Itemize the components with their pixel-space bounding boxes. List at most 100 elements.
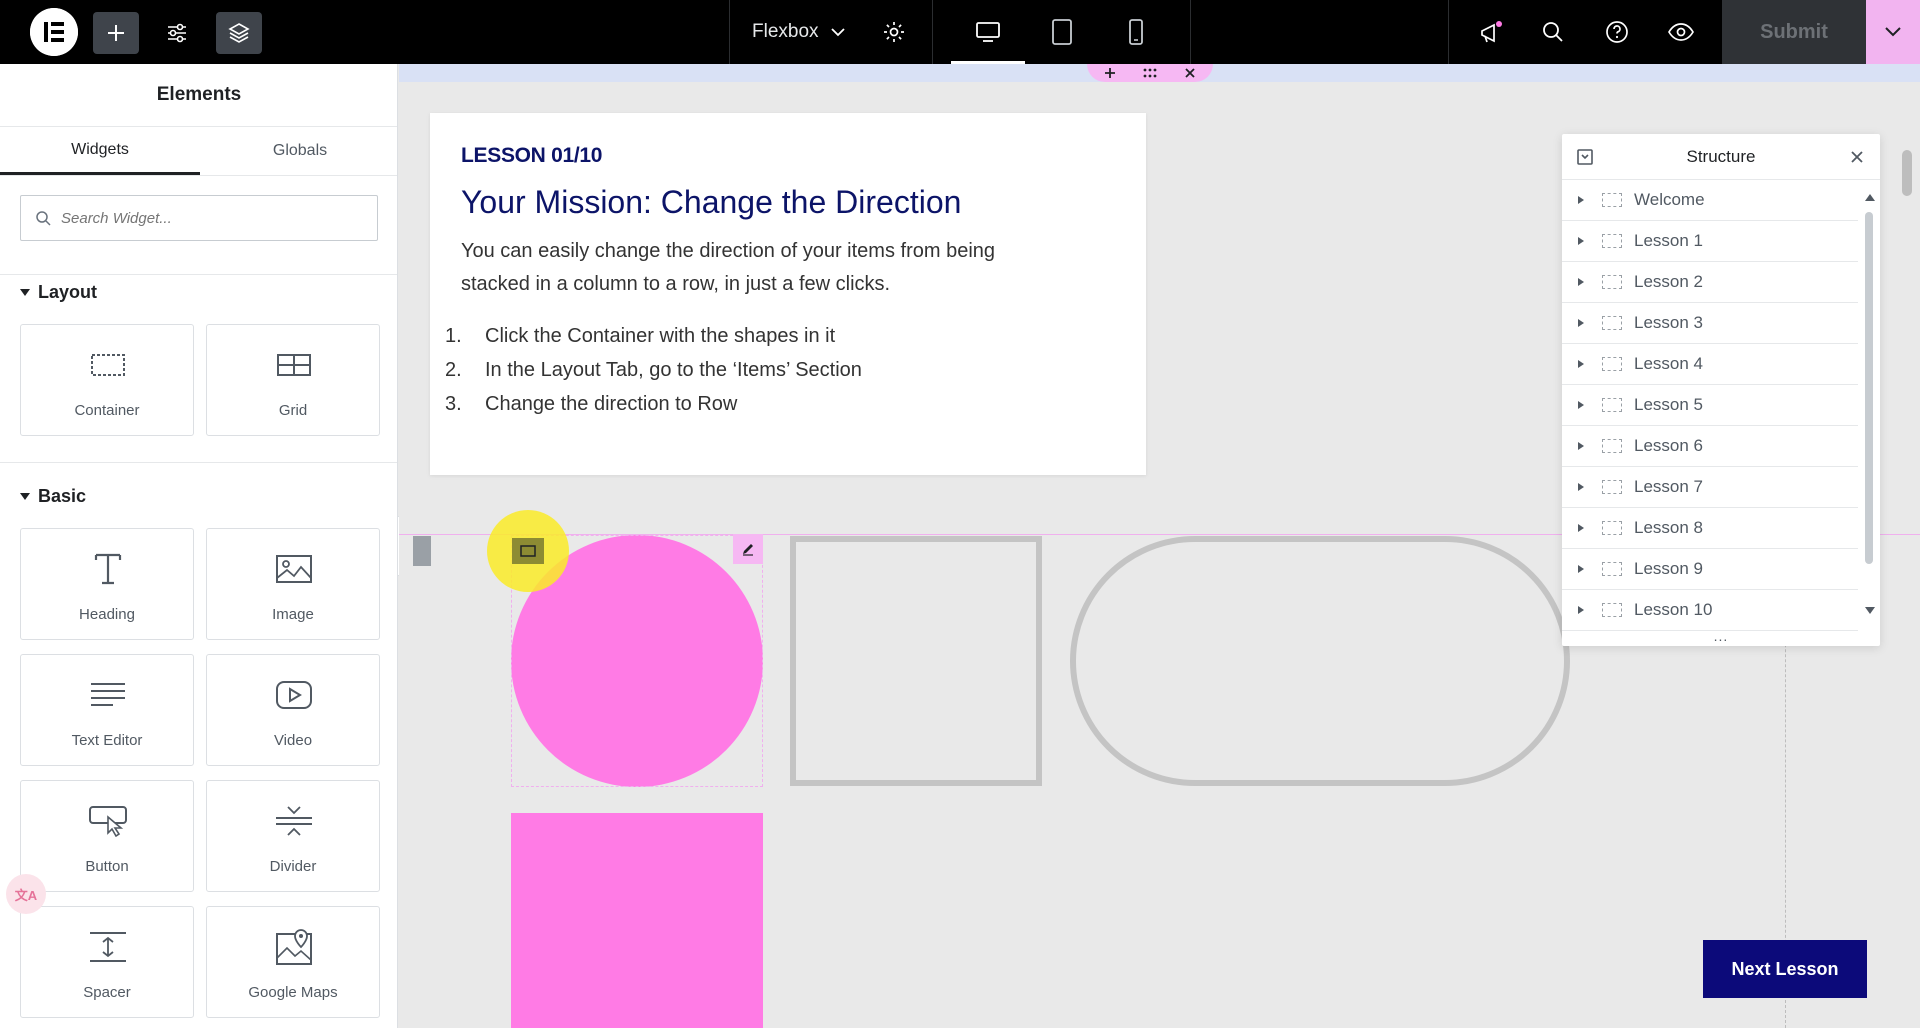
caret-right-icon[interactable] [1576,236,1586,246]
megaphone-icon [1481,21,1502,43]
caret-down-icon [20,492,30,500]
edit-element-button[interactable] [733,534,763,564]
structure-title: Structure [1686,146,1756,166]
structure-item[interactable]: Lesson 4 [1562,344,1858,385]
caret-down-icon [20,288,30,296]
structure-item[interactable]: Lesson 8 [1562,508,1858,549]
caret-right-icon[interactable] [1576,277,1586,287]
container-icon [1602,480,1622,494]
scroll-down-icon[interactable] [1864,606,1876,616]
lesson-number: LESSON 01/10 [461,144,603,167]
panel-title: Elements [156,84,242,105]
lesson-step: 3. Change the direction to Row [445,393,738,415]
widget-video[interactable]: Video [206,654,380,766]
widget-label: Video [273,732,313,749]
plus-icon[interactable] [1104,67,1116,79]
widget-search[interactable] [20,195,378,241]
lesson-steps: 1. Click the Container with the shapes in… [445,319,1115,421]
section-header-layout[interactable]: Layout [20,282,97,303]
next-lesson-button[interactable]: Next Lesson [1703,940,1867,998]
structure-item-label: Lesson 4 [1634,354,1703,373]
structure-item[interactable]: Welcome [1562,180,1858,221]
close-structure-button[interactable] [1846,146,1868,168]
caret-right-icon[interactable] [1576,564,1586,574]
mobile-view-button[interactable] [1099,0,1173,64]
structure-item[interactable]: Lesson 6 [1562,426,1858,467]
page-settings-button[interactable] [878,16,910,48]
container-edge-tag[interactable] [413,536,431,566]
widget-spacer[interactable]: Spacer [20,906,194,1018]
site-settings-button[interactable] [154,12,200,54]
structure-item[interactable]: Lesson 3 [1562,303,1858,344]
notifications-button[interactable] [1474,16,1508,50]
tab-widgets[interactable]: Widgets [0,127,200,175]
submit-button[interactable]: Submit [1722,0,1866,64]
add-element-button[interactable] [93,12,139,54]
search-widget-input[interactable] [61,209,361,227]
structure-item[interactable]: Lesson 2 [1562,262,1858,303]
desktop-view-button[interactable] [951,0,1025,64]
topbar-divider [1448,0,1449,64]
structure-item[interactable]: Lesson 10 [1562,590,1858,631]
pencil-icon [743,544,753,556]
caret-right-icon[interactable] [1576,318,1586,328]
caret-right-icon[interactable] [1576,482,1586,492]
structure-item[interactable]: Lesson 5 [1562,385,1858,426]
structure-more[interactable]: ... [1562,628,1880,644]
lesson-description: You can easily change the direction of y… [461,240,996,295]
layers-icon [228,23,250,43]
widget-text-editor[interactable]: Text Editor [20,654,194,766]
container-handle[interactable] [1087,64,1213,82]
tab-globals[interactable]: Globals [200,127,397,175]
structure-toggle-button[interactable] [216,12,262,54]
widget-heading[interactable]: Heading [20,528,194,640]
widget-grid[interactable]: Grid [206,324,380,436]
widget-divider[interactable]: Divider [206,780,380,892]
structure-item[interactable]: Lesson 9 [1562,549,1858,590]
widget-image[interactable]: Image [206,528,380,640]
pink-square-shape[interactable] [511,813,763,1028]
widget-button[interactable]: Button [20,780,194,892]
widget-google-maps[interactable]: Google Maps [206,906,380,1018]
search-button[interactable] [1537,16,1569,48]
submit-options-button[interactable] [1866,0,1920,64]
collapse-panel-icon[interactable] [1576,148,1594,166]
topbar-divider [1190,0,1191,64]
caret-right-icon[interactable] [1576,605,1586,615]
mobile-icon [1129,19,1143,45]
page-selector[interactable]: Flexbox [752,0,845,64]
structure-item[interactable]: Lesson 1 [1562,221,1858,262]
outline-pill-shape[interactable] [1070,536,1570,786]
scroll-up-icon[interactable] [1864,192,1876,202]
widget-container[interactable]: Container [20,324,194,436]
caret-right-icon[interactable] [1576,359,1586,369]
widget-label: Text Editor [71,732,143,749]
widget-label: Heading [79,606,135,623]
help-button[interactable] [1601,16,1633,48]
elementor-logo-button[interactable] [30,8,78,56]
section-header-basic[interactable]: Basic [20,486,86,507]
drag-handle-icon[interactable] [1142,67,1158,79]
caret-right-icon[interactable] [1576,441,1586,451]
structure-item[interactable]: Lesson 7 [1562,467,1858,508]
container-icon [1602,357,1622,371]
page-scrollbar[interactable] [1902,150,1912,196]
chevron-down-icon [830,28,845,37]
caret-right-icon[interactable] [1576,400,1586,410]
caret-right-icon[interactable] [1576,195,1586,205]
tablet-view-button[interactable] [1025,0,1099,64]
close-icon[interactable] [1184,67,1196,79]
sliders-icon [168,23,186,43]
outline-square-shape[interactable] [790,536,1042,786]
container-select-button[interactable] [512,538,544,564]
structure-scrollbar[interactable] [1865,212,1873,564]
section-label: Layout [38,282,98,302]
lesson-card[interactable]: LESSON 01/10 Your Mission: Change the Di… [430,113,1146,475]
preview-button[interactable] [1665,16,1697,48]
caret-right-icon[interactable] [1576,523,1586,533]
widget-label: Container [74,402,140,419]
translate-badge[interactable]: 文A [6,874,46,914]
click-highlight-marker [487,510,569,592]
elementor-logo-icon [30,8,78,56]
structure-item-label: Lesson 9 [1634,559,1703,578]
